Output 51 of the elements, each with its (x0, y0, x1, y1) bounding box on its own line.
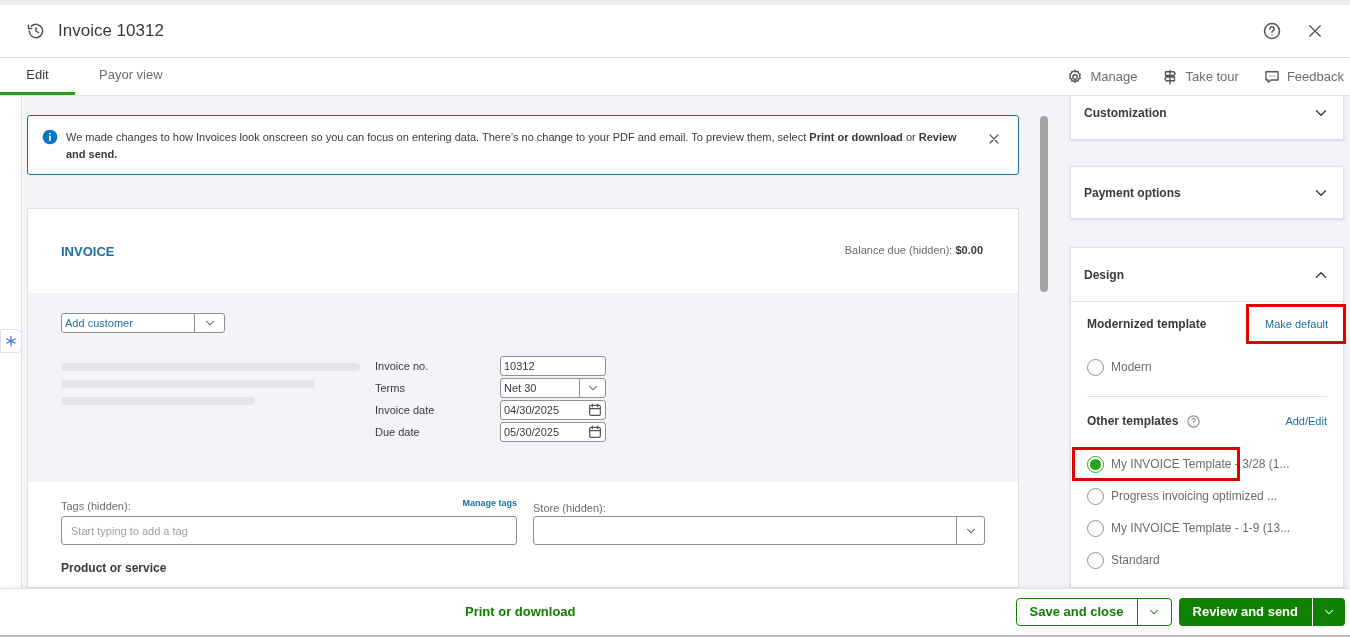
radio-button[interactable] (1087, 519, 1104, 537)
toolbar-button[interactable]: Feedback (1262, 58, 1344, 95)
date-field[interactable]: 05/30/2025 (500, 422, 606, 442)
print-download-link[interactable]: Print or download (465, 602, 576, 622)
template-option[interactable]: My INVOICE Template - 1-9 (13... (1087, 512, 1327, 544)
field-label: Terms (375, 380, 406, 396)
window-title: Invoice 10312 (58, 20, 164, 43)
close-icon[interactable] (1306, 22, 1324, 40)
radio-button[interactable] (1087, 455, 1104, 473)
section-title: Design (1084, 266, 1124, 284)
info-icon (42, 129, 58, 145)
calendar-icon (587, 402, 603, 418)
radio-button[interactable] (1087, 358, 1104, 376)
toolbar-button[interactable]: Manage (1066, 58, 1138, 95)
subsection-title: Modernized template (1087, 316, 1207, 333)
invoice-heading: INVOICE (61, 243, 115, 261)
section-title: Payment options (1084, 185, 1181, 202)
subsection-title: Other templates (1087, 413, 1179, 430)
radio-button[interactable] (1087, 487, 1104, 505)
make-default-link[interactable]: Make default (1265, 315, 1328, 333)
history-icon (26, 21, 46, 41)
field-label: Store (hidden): (533, 501, 607, 514)
customer-placeholder: Add customer (64, 316, 134, 331)
calendar-icon (587, 424, 603, 440)
toolbar-button[interactable]: Take tour (1161, 58, 1239, 95)
customer-dropdown[interactable]: Add customer (61, 313, 225, 333)
help-icon[interactable] (1186, 413, 1202, 429)
section-title: Customization (1084, 105, 1167, 122)
scrollbar-thumb[interactable] (1040, 116, 1048, 292)
radio-button[interactable] (1087, 551, 1104, 569)
date-field[interactable]: 04/30/2025 (500, 400, 606, 420)
balance-due: Balance due (hidden): $0.00 (844, 243, 984, 258)
field-label: Invoice no. (375, 358, 430, 374)
tab[interactable]: Payor view (75, 58, 187, 95)
field-label: Tags (hidden): (61, 498, 131, 514)
field-label: Invoice date (375, 402, 436, 418)
store-dropdown[interactable] (533, 516, 985, 545)
add-edit-link[interactable]: Add/Edit (1285, 412, 1327, 430)
assistant-button[interactable] (0, 329, 22, 353)
terms-dropdown[interactable]: Net 30 (500, 378, 606, 398)
tags-field[interactable]: Start typing to add a tag (61, 516, 517, 545)
template-option[interactable]: Progress invoicing optimized ... (1087, 480, 1327, 512)
field-label: Due date (375, 424, 421, 440)
input-field[interactable]: 10312 (500, 356, 606, 376)
template-option[interactable]: Modern (1087, 351, 1327, 383)
manage-tags-link[interactable]: Manage tags (462, 496, 517, 510)
banner-message: We made changes to how Invoices look onscreen so you can focus on entering data. There’s no change to your PDF and email. To preview them, select Print or download or Review and send. (66, 130, 958, 162)
sparkle-icon (4, 334, 18, 348)
section-heading: Product or service (60, 560, 168, 574)
help-icon[interactable] (1262, 21, 1282, 41)
template-option[interactable]: Standard (1087, 544, 1327, 576)
